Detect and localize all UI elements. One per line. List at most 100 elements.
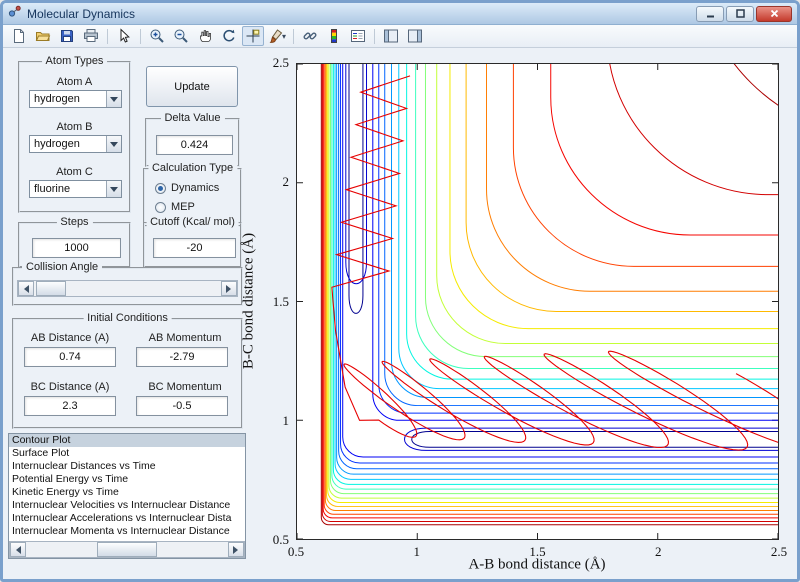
toolbar-separator [140, 28, 141, 44]
maximize-button[interactable] [726, 5, 754, 22]
bc-momentum-field[interactable]: -0.5 [136, 396, 228, 416]
atom-c-value: fluorine [34, 183, 71, 195]
list-item-potential-energy[interactable]: Potential Energy vs Time [9, 473, 245, 486]
y-tick-label: 0.5 [272, 532, 289, 547]
y-tick-label: 2 [282, 174, 290, 190]
toolbar-separator [374, 28, 375, 44]
x-tick-label: 0.5 [287, 544, 305, 559]
steps-field[interactable]: 1000 [32, 238, 121, 258]
brush-dropdown-caret[interactable]: ▾ [282, 32, 286, 41]
x-tick-label: 1 [413, 544, 421, 559]
ab-momentum-label: AB Momentum [148, 332, 222, 344]
ab-distance-field[interactable]: 0.74 [24, 347, 116, 367]
plot-type-listbox[interactable]: Contour Plot Surface Plot Internuclear D… [8, 433, 246, 559]
y-tick-label: 2.5 [272, 55, 289, 70]
titlebar[interactable]: Molecular Dynamics [3, 3, 797, 25]
ab-momentum-field[interactable]: -2.79 [136, 347, 228, 367]
arrow-left-icon [12, 545, 21, 554]
colorbar-icon [331, 29, 337, 43]
contour-plot-canvas[interactable] [296, 63, 779, 540]
radio-selected-icon [155, 182, 166, 194]
app-window: Molecular Dynamics ▾ Atom Types Atom A h… [0, 0, 800, 582]
atom-b-dropdown[interactable]: hydrogen [29, 135, 122, 153]
atom-a-label: Atom A [56, 76, 93, 88]
list-item-internuclear-momenta[interactable]: Internuclear Momenta vs Internuclear Dis… [9, 525, 245, 538]
y-tick-label: 1.5 [272, 293, 289, 309]
open-file-icon [35, 32, 51, 41]
atom-b-dropdown-arrow[interactable] [106, 136, 121, 152]
steps-title: Steps [56, 216, 93, 228]
atom-a-dropdown-arrow[interactable] [106, 91, 121, 107]
insert-colorbar-button[interactable] [323, 26, 345, 46]
data-cursor-icon [246, 29, 260, 43]
show-plot-tools-button[interactable] [380, 26, 402, 46]
link-chain-icon [303, 32, 317, 40]
zoom-in-icon [150, 29, 164, 43]
atom-a-value: hydrogen [34, 93, 80, 105]
atom-c-dropdown-arrow[interactable] [106, 181, 121, 197]
data-cursor-button[interactable] [242, 26, 264, 46]
arrow-left-icon [20, 284, 29, 293]
delta-value-field[interactable]: 0.424 [156, 135, 233, 155]
x-axis-label: A-B bond distance (Å) [468, 556, 606, 573]
open-file-button[interactable] [32, 26, 54, 46]
mep-radio-label: MEP [171, 201, 195, 213]
list-item-internuclear-velocities[interactable]: Internuclear Velocities vs Internuclear … [9, 499, 245, 512]
atom-c-dropdown[interactable]: fluorine [29, 180, 122, 198]
app-icon [8, 4, 22, 23]
atom-a-dropdown[interactable]: hydrogen [29, 90, 122, 108]
brush-button[interactable]: ▾ [266, 26, 288, 46]
list-item-internuclear-distances[interactable]: Internuclear Distances vs Time [9, 460, 245, 473]
list-item-internuclear-accelerations[interactable]: Internuclear Accelerations vs Internucle… [9, 512, 245, 525]
pan-button[interactable] [194, 26, 216, 46]
slider-thumb[interactable] [36, 281, 66, 296]
slider-left-arrow[interactable] [18, 281, 34, 296]
list-item-kinetic-energy[interactable]: Kinetic Energy vs Time [9, 486, 245, 499]
scrollbar-left-arrow[interactable] [10, 542, 26, 557]
initial-conditions-title: Initial Conditions [83, 312, 172, 324]
slider-track[interactable] [34, 281, 221, 296]
link-plot-button[interactable] [299, 26, 321, 46]
delta-value-title: Delta Value [160, 112, 225, 124]
show-plot-tools-icon [384, 29, 398, 43]
new-document-button[interactable] [8, 26, 30, 46]
mep-radio[interactable]: MEP [155, 201, 195, 213]
zoom-out-icon [174, 29, 188, 43]
new-document-icon [14, 29, 24, 43]
ab-distance-label: AB Distance (A) [30, 332, 110, 344]
collision-angle-slider[interactable] [17, 280, 238, 297]
bc-distance-label: BC Distance (A) [30, 381, 110, 393]
close-button[interactable] [756, 5, 792, 22]
minimize-icon [706, 15, 714, 18]
x-tick-label: 2 [655, 544, 662, 559]
radio-unselected-icon [155, 201, 166, 213]
scrollbar-thumb[interactable] [96, 542, 158, 557]
scrollbar-right-arrow[interactable] [228, 542, 244, 557]
edit-plot-button[interactable] [113, 26, 135, 46]
chevron-down-icon [110, 141, 118, 151]
bc-distance-field[interactable]: 2.3 [24, 396, 116, 416]
save-button[interactable] [56, 26, 78, 46]
dynamics-radio[interactable]: Dynamics [155, 182, 219, 194]
y-tick-label: 1 [282, 412, 290, 428]
cutoff-field[interactable]: -20 [153, 238, 236, 258]
edit-plot-arrow-icon [120, 28, 130, 43]
arrow-right-icon [233, 545, 242, 554]
list-item-surface-plot[interactable]: Surface Plot [9, 447, 245, 460]
minimize-button[interactable] [696, 5, 724, 22]
close-icon [770, 9, 778, 18]
hide-plot-tools-button[interactable] [404, 26, 426, 46]
print-button[interactable] [80, 26, 102, 46]
slider-right-arrow[interactable] [221, 281, 237, 296]
update-button[interactable]: Update [146, 66, 238, 107]
print-icon [84, 29, 98, 42]
delta-value-panel: Delta Value 0.424 [145, 112, 240, 167]
zoom-in-button[interactable] [146, 26, 168, 46]
scrollbar-track[interactable] [26, 542, 228, 557]
listbox-horizontal-scrollbar[interactable] [9, 541, 245, 558]
window-title: Molecular Dynamics [27, 6, 136, 21]
zoom-out-button[interactable] [170, 26, 192, 46]
rotate-3d-button[interactable] [218, 26, 240, 46]
insert-legend-button[interactable] [347, 26, 369, 46]
list-item-contour-plot[interactable]: Contour Plot [9, 434, 245, 447]
